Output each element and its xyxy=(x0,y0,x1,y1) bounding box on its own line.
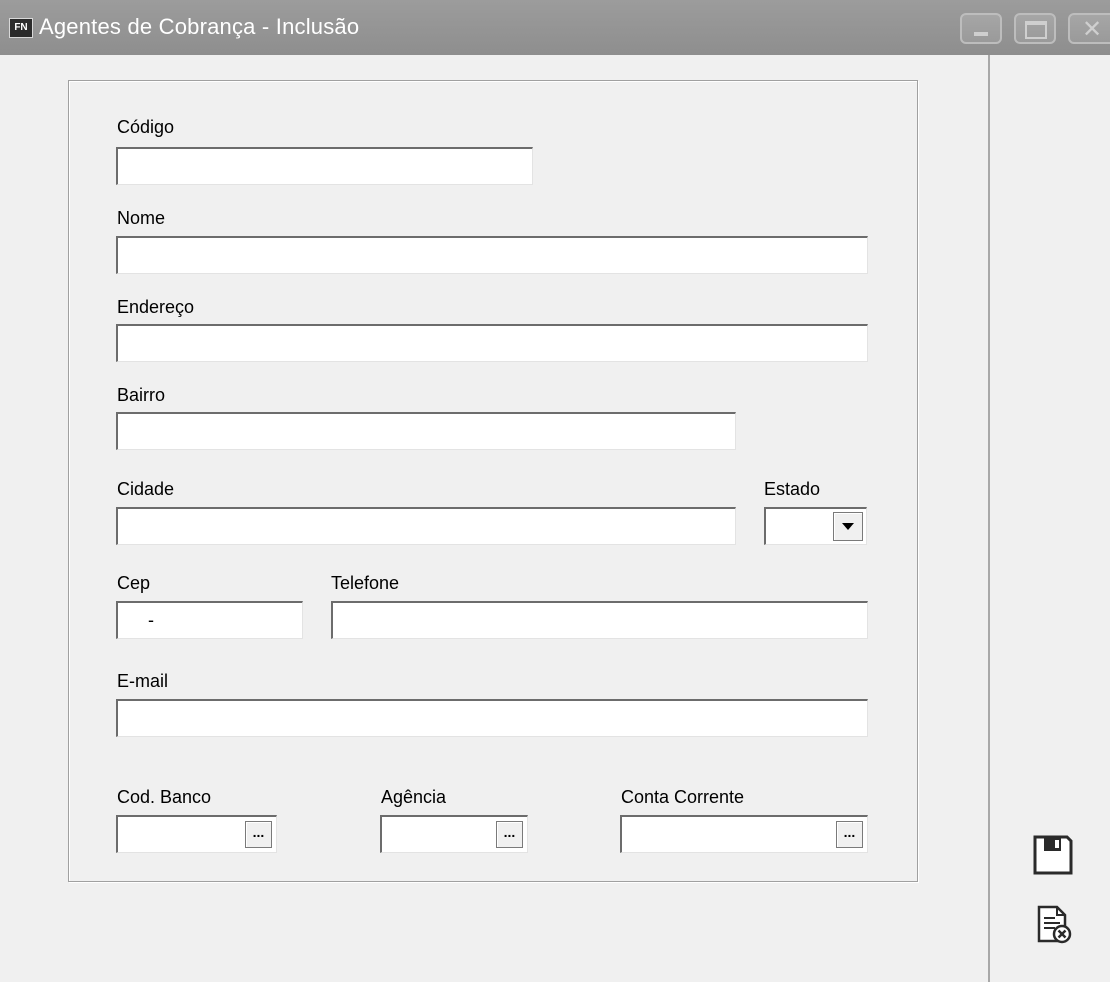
endereco-label: Endereço xyxy=(117,297,195,317)
telefone-label: Telefone xyxy=(331,573,400,593)
conta-corrente-lookup-button[interactable]: ... xyxy=(836,821,863,848)
cod-banco-label: Cod. Banco xyxy=(117,787,212,807)
codigo-field[interactable] xyxy=(116,147,533,185)
cancel-button[interactable] xyxy=(1028,900,1078,950)
cod-banco-field[interactable]: ... xyxy=(116,815,277,853)
conta-corrente-field[interactable]: ... xyxy=(620,815,868,853)
email-label: E-mail xyxy=(117,671,169,691)
agencia-lookup-button[interactable]: ... xyxy=(496,821,523,848)
agencia-field[interactable]: ... xyxy=(380,815,528,853)
cep-field[interactable]: - xyxy=(116,601,303,639)
save-button[interactable] xyxy=(1028,830,1078,880)
chevron-down-icon[interactable] xyxy=(833,512,863,541)
title-bar[interactable]: FN Agentes de Cobrança - Inclusão ✕ xyxy=(0,0,1110,55)
close-button[interactable]: ✕ xyxy=(1068,13,1110,44)
nome-label: Nome xyxy=(117,208,166,228)
cep-mask: - xyxy=(148,610,154,630)
nome-field[interactable] xyxy=(116,236,868,274)
cidade-label: Cidade xyxy=(117,479,175,499)
conta-corrente-label: Conta Corrente xyxy=(621,787,745,807)
codigo-label: Código xyxy=(117,117,175,137)
maximize-button[interactable] xyxy=(1014,13,1056,44)
endereco-field[interactable] xyxy=(116,324,868,362)
cep-label: Cep xyxy=(117,573,151,593)
estado-label: Estado xyxy=(764,479,821,499)
bairro-field[interactable] xyxy=(116,412,736,450)
window-title: Agentes de Cobrança - Inclusão xyxy=(39,14,360,39)
cidade-field[interactable] xyxy=(116,507,736,545)
email-field[interactable] xyxy=(116,699,868,737)
cod-banco-lookup-button[interactable]: ... xyxy=(245,821,272,848)
bairro-label: Bairro xyxy=(117,385,166,405)
minimize-button[interactable] xyxy=(960,13,1002,44)
app-icon: FN xyxy=(9,18,33,38)
close-icon: ✕ xyxy=(1082,16,1103,43)
document-cancel-icon xyxy=(1037,905,1072,944)
estado-select[interactable] xyxy=(764,507,867,545)
floppy-disk-icon xyxy=(1033,835,1073,875)
agencia-label: Agência xyxy=(381,787,447,807)
telefone-field[interactable] xyxy=(331,601,868,639)
